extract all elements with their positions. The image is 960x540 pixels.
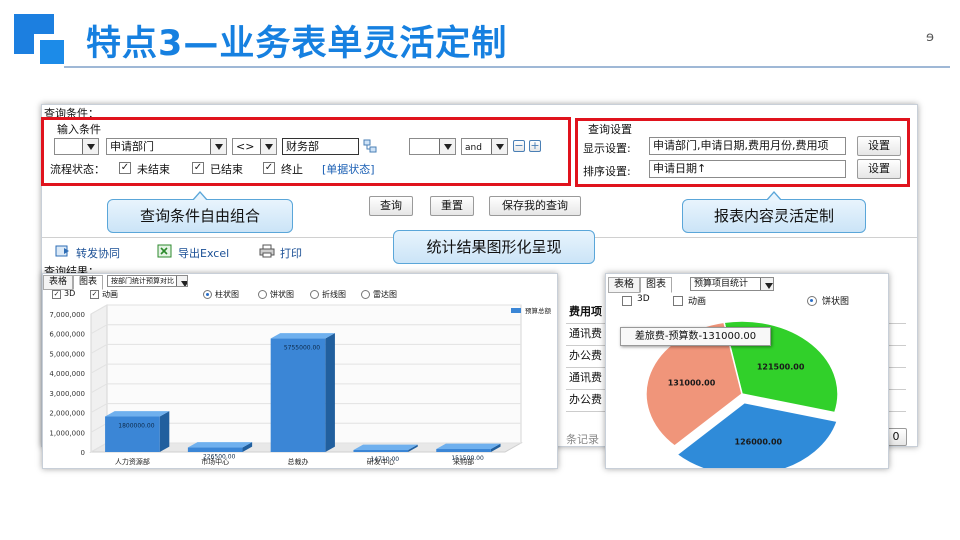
radio-radar-chart[interactable]	[361, 290, 370, 299]
x-tick-label: 采购部	[453, 457, 474, 466]
record-count-text: 条记录	[566, 433, 599, 446]
bar	[436, 449, 491, 452]
bar-chart-stat-select[interactable]: 按部门统计预算对比	[107, 275, 188, 287]
callout-graphical-results: 统计结果图形化呈现	[393, 230, 595, 264]
y-tick-label: 7,000,000	[49, 311, 85, 319]
legend-swatch	[511, 308, 521, 313]
callout-query-combination: 查询条件自由组合	[107, 191, 293, 233]
x-tick-label: 研发中心	[367, 457, 395, 466]
pie-tooltip: 差旅费-预算数-131000.00	[620, 327, 771, 346]
bar-data-label: 1800000.00	[118, 423, 154, 430]
pie-animation-checkbox[interactable]	[673, 296, 683, 306]
bar-3d-checkbox[interactable]: ✓	[52, 290, 61, 299]
slide: 特点3—业务表单灵活定制 ɘ 查询条件： 输入条件 申请部门 <> 财务部 an…	[0, 0, 960, 540]
bar-data-label: 5755000.00	[284, 345, 320, 352]
x-tick-label: 总裁办	[288, 457, 309, 466]
save-query-button[interactable]: 保存我的查询	[489, 196, 581, 216]
y-tick-label: 1,000,000	[49, 429, 85, 437]
print-icon[interactable]	[259, 244, 275, 258]
tab-table[interactable]: 表格	[43, 275, 74, 290]
pie-3d-label: 3D	[637, 294, 650, 304]
radio-pie-chart-label: 饼状图	[270, 290, 294, 299]
bar-top	[436, 443, 501, 450]
bar	[353, 450, 409, 452]
pie-data-label: 121500.00	[757, 363, 805, 372]
bar-top	[105, 411, 170, 417]
x-tick-label: 市场中心	[201, 457, 229, 466]
pie-data-label: 131000.00	[668, 378, 716, 387]
chevron-down-icon[interactable]	[176, 276, 187, 286]
excel-icon[interactable]	[157, 244, 173, 258]
radio-line-chart-label: 折线图	[322, 290, 346, 299]
forward-link[interactable]: 转发协同	[76, 245, 120, 261]
y-tick-label: 2,000,000	[49, 410, 85, 418]
corner-mark: ɘ	[926, 30, 934, 45]
pie-stat-select[interactable]: 预算项目统计	[690, 277, 774, 291]
bar-chart: 0 1,000,000 2,000,000 3,000,000 4,000,000 5,0…	[49, 304, 552, 466]
input-conditions-highlight	[41, 117, 571, 186]
query-button[interactable]: 查询	[369, 196, 413, 216]
callout-report-customization: 报表内容灵活定制	[682, 191, 866, 233]
bar-animation-label: 动画	[102, 290, 118, 299]
pie-chart-panel: 表格 图表 预算项目统计 3D 动画 饼状图 121500.00 126000.0…	[605, 273, 889, 469]
bar-top	[270, 333, 335, 339]
pie-tab-chart[interactable]: 图表	[640, 277, 672, 293]
legend-label: 预算总额	[525, 306, 552, 315]
query-settings-highlight	[575, 118, 910, 187]
print-link[interactable]: 打印	[280, 245, 302, 261]
slide-title: 特点3—业务表单灵活定制	[86, 24, 508, 64]
bar-chart-panel: 表格 图表 按部门统计预算对比 ✓ 3D ✓ 动画 柱状图 饼状图 折线图 雷达…	[42, 273, 558, 469]
bar-3d-label: 3D	[64, 289, 76, 298]
pie-tab-table[interactable]: 表格	[608, 277, 640, 293]
radio-bar-chart-label: 柱状图	[215, 290, 239, 299]
y-tick-label: 3,000,000	[49, 390, 85, 398]
export-excel-link[interactable]: 导出Excel	[178, 245, 229, 261]
logo-square-small-icon	[40, 40, 64, 64]
bar	[270, 338, 326, 452]
pie-radio-pie-chart[interactable]	[807, 296, 817, 306]
pie-3d-checkbox[interactable]	[622, 296, 632, 306]
y-tick-label: 4,000,000	[49, 370, 85, 378]
x-tick-label: 人力资源部	[115, 457, 150, 466]
bar-animation-checkbox[interactable]: ✓	[90, 290, 99, 299]
forward-icon[interactable]	[55, 244, 71, 258]
y-tick-label: 5,000,000	[49, 350, 85, 358]
pie-data-label: 126000.00	[735, 437, 783, 446]
plot-side-wall	[90, 304, 108, 453]
bar-side	[325, 333, 335, 452]
reset-button[interactable]: 重置	[430, 196, 474, 216]
y-tick-label: 6,000,000	[49, 331, 85, 339]
radio-line-chart[interactable]	[310, 290, 319, 299]
radio-pie-chart[interactable]	[258, 290, 267, 299]
bar-top	[187, 442, 253, 448]
y-tick-label: 0	[81, 449, 85, 457]
bar-top	[353, 444, 418, 450]
chevron-down-icon[interactable]	[760, 278, 773, 290]
radio-radar-chart-label: 雷达图	[373, 290, 397, 299]
radio-bar-chart[interactable]	[203, 290, 212, 299]
bar-side	[159, 411, 170, 452]
title-divider	[64, 66, 950, 68]
tab-chart[interactable]: 图表	[73, 275, 104, 290]
bar	[187, 447, 243, 452]
